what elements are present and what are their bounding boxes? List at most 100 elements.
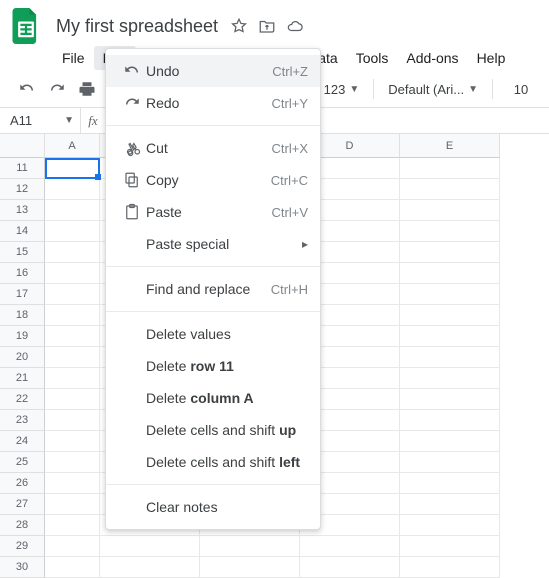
row-header[interactable]: 25	[0, 452, 45, 473]
cell[interactable]	[45, 263, 100, 284]
menu-delete-column[interactable]: Delete column A	[106, 382, 320, 414]
menu-undo[interactable]: Undo Ctrl+Z	[106, 55, 320, 87]
cell[interactable]	[400, 263, 500, 284]
cell[interactable]	[45, 242, 100, 263]
menu-delete-values[interactable]: Delete values	[106, 318, 320, 350]
print-button[interactable]	[74, 76, 100, 102]
move-icon[interactable]	[258, 17, 276, 35]
font-family-dropdown[interactable]: Default (Ari... ▼	[382, 76, 484, 102]
cell[interactable]	[45, 389, 100, 410]
cell[interactable]	[45, 368, 100, 389]
row-header[interactable]: 27	[0, 494, 45, 515]
cell[interactable]	[400, 536, 500, 557]
menu-clear-notes[interactable]: Clear notes	[106, 491, 320, 523]
cell[interactable]	[45, 305, 100, 326]
cell[interactable]	[45, 515, 100, 536]
column-header-E[interactable]: E	[400, 134, 500, 158]
cell[interactable]	[400, 515, 500, 536]
row-header[interactable]: 17	[0, 284, 45, 305]
cell[interactable]	[45, 536, 100, 557]
cloud-status-icon[interactable]	[286, 17, 304, 35]
menu-addons[interactable]: Add-ons	[397, 46, 467, 70]
menu-tools[interactable]: Tools	[347, 46, 398, 70]
font-size-field[interactable]: 10	[501, 76, 541, 102]
row-header[interactable]: 20	[0, 347, 45, 368]
row-header[interactable]: 21	[0, 368, 45, 389]
cell[interactable]	[200, 557, 300, 578]
doc-title[interactable]: My first spreadsheet	[52, 14, 222, 39]
cell[interactable]	[45, 158, 100, 179]
cell[interactable]	[45, 326, 100, 347]
menu-delete-shift-left[interactable]: Delete cells and shift left	[106, 446, 320, 478]
cell[interactable]	[200, 536, 300, 557]
row-header[interactable]: 28	[0, 515, 45, 536]
cell[interactable]	[400, 326, 500, 347]
cell[interactable]	[45, 200, 100, 221]
menu-redo[interactable]: Redo Ctrl+Y	[106, 87, 320, 119]
cell[interactable]	[300, 557, 400, 578]
cell[interactable]	[45, 452, 100, 473]
cell[interactable]	[45, 494, 100, 515]
sheets-logo[interactable]	[8, 8, 44, 44]
row-header[interactable]: 13	[0, 200, 45, 221]
column-header-A[interactable]: A	[45, 134, 100, 158]
cell[interactable]	[45, 347, 100, 368]
menu-separator	[106, 484, 320, 485]
name-box[interactable]: A11 ▼	[0, 113, 80, 128]
cell[interactable]	[400, 452, 500, 473]
row-header[interactable]: 19	[0, 326, 45, 347]
row-header[interactable]: 14	[0, 221, 45, 242]
row-header[interactable]: 18	[0, 305, 45, 326]
cell[interactable]	[400, 221, 500, 242]
cell[interactable]	[400, 242, 500, 263]
cell[interactable]	[45, 431, 100, 452]
row-header[interactable]: 11	[0, 158, 45, 179]
menu-delete-shift-up[interactable]: Delete cells and shift up	[106, 414, 320, 446]
cell[interactable]	[100, 557, 200, 578]
undo-button[interactable]	[14, 76, 40, 102]
cell[interactable]	[400, 179, 500, 200]
select-all-corner[interactable]	[0, 134, 45, 158]
row-header[interactable]: 26	[0, 473, 45, 494]
star-icon[interactable]	[230, 17, 248, 35]
cell[interactable]	[400, 305, 500, 326]
cell[interactable]	[400, 347, 500, 368]
cell[interactable]	[45, 284, 100, 305]
cell[interactable]	[400, 557, 500, 578]
redo-button[interactable]	[44, 76, 70, 102]
cell[interactable]	[400, 473, 500, 494]
cell[interactable]	[400, 494, 500, 515]
row-header[interactable]: 30	[0, 557, 45, 578]
row-header[interactable]: 12	[0, 179, 45, 200]
cell[interactable]	[400, 410, 500, 431]
cell[interactable]	[400, 284, 500, 305]
menu-copy[interactable]: Copy Ctrl+C	[106, 164, 320, 196]
menu-delete-row[interactable]: Delete row 11	[106, 350, 320, 382]
row-header[interactable]: 29	[0, 536, 45, 557]
row-header[interactable]: 15	[0, 242, 45, 263]
row-header[interactable]: 22	[0, 389, 45, 410]
menu-paste-special[interactable]: Paste special ▸	[106, 228, 320, 260]
cell[interactable]	[45, 410, 100, 431]
cell[interactable]	[400, 158, 500, 179]
cell[interactable]	[45, 179, 100, 200]
cell[interactable]	[400, 368, 500, 389]
chevron-down-icon: ▼	[349, 84, 359, 95]
cell[interactable]	[100, 536, 200, 557]
cell[interactable]	[400, 389, 500, 410]
row-header[interactable]: 24	[0, 431, 45, 452]
cell[interactable]	[400, 431, 500, 452]
cell[interactable]	[45, 557, 100, 578]
menu-help[interactable]: Help	[468, 46, 515, 70]
cell[interactable]	[400, 200, 500, 221]
menu-find-replace[interactable]: Find and replace Ctrl+H	[106, 273, 320, 305]
cell[interactable]	[45, 473, 100, 494]
menu-paste[interactable]: Paste Ctrl+V	[106, 196, 320, 228]
row-header[interactable]: 16	[0, 263, 45, 284]
menu-cut[interactable]: Cut Ctrl+X	[106, 132, 320, 164]
row-header[interactable]: 23	[0, 410, 45, 431]
cell[interactable]	[300, 536, 400, 557]
menu-file[interactable]: File	[53, 46, 94, 70]
number-format-dropdown[interactable]: 123 ▼	[318, 76, 366, 102]
cell[interactable]	[45, 221, 100, 242]
